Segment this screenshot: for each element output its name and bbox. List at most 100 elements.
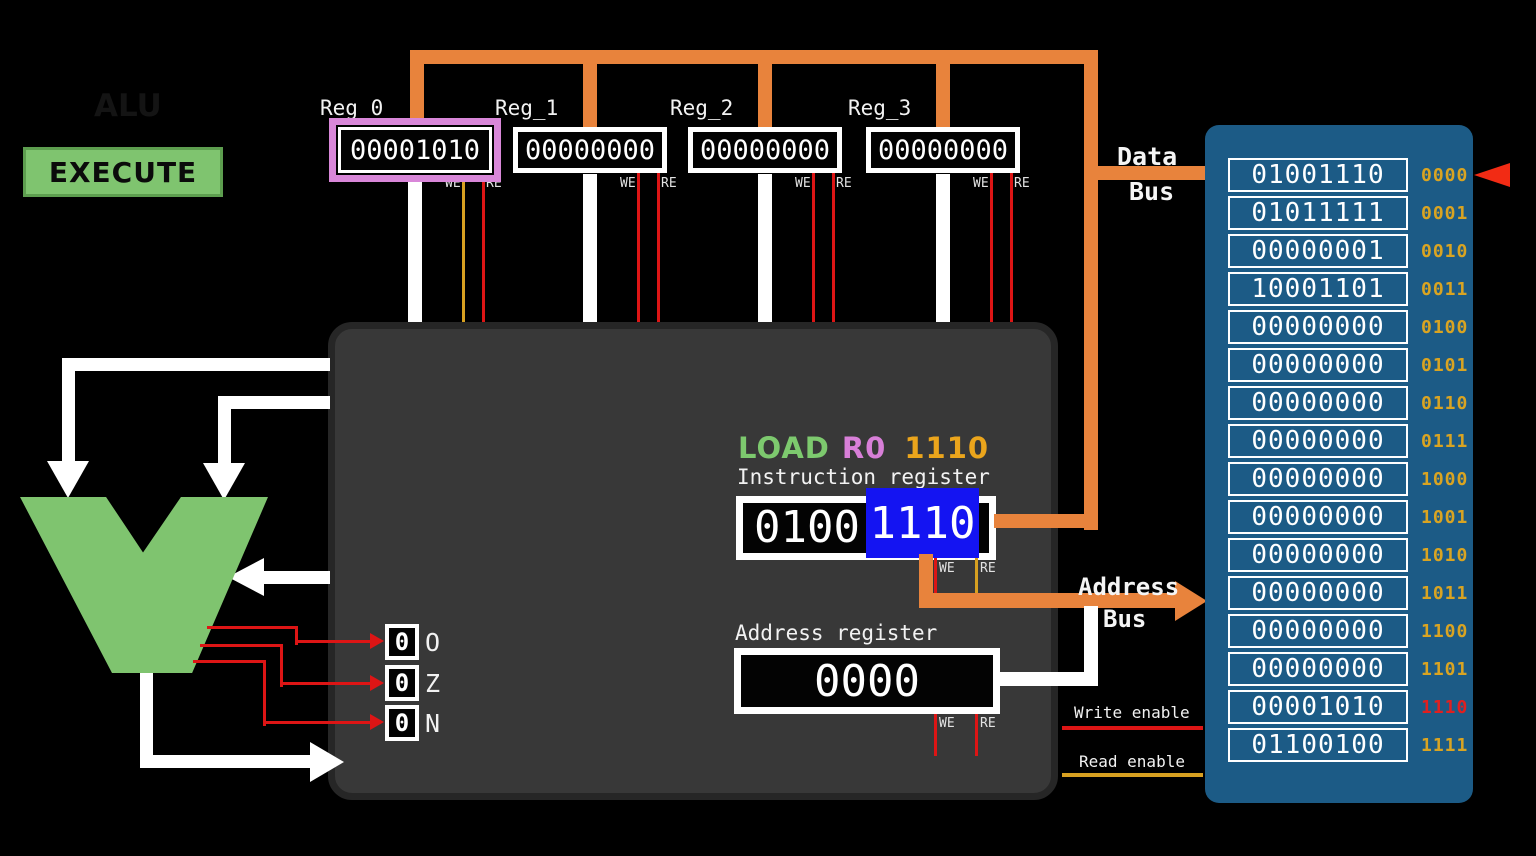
register-we-line (812, 172, 815, 326)
register-we-line (637, 172, 640, 326)
register-value: 00000000 (878, 135, 1008, 166)
address-register-value: 0000 (814, 656, 920, 707)
flag-o-wire (295, 640, 372, 643)
memory-row: 00000000 1100 (1228, 614, 1468, 648)
register-we-label: WE (620, 176, 636, 191)
data-bus-drop-reg3 (936, 50, 950, 130)
register-we-label: WE (973, 176, 989, 191)
current-instruction: LOADR01110 (738, 431, 989, 465)
memory-cell-value[interactable]: 01011111 (1228, 196, 1408, 230)
alu-input2-wire-h (218, 396, 330, 409)
read-enable-label: Read enable (1079, 752, 1185, 771)
instruction-opcode: LOAD (738, 431, 830, 465)
register-re-label: RE (1014, 176, 1030, 191)
alu-input1-arrow (47, 461, 89, 498)
memory-row: 00000000 0101 (1228, 348, 1468, 382)
ar-we-line (934, 714, 937, 756)
memory-cell-value[interactable]: 01100100 (1228, 728, 1408, 762)
alu-input2-arrow (203, 463, 245, 500)
memory-rows: 0100111000000101111100010000000100101000… (1228, 158, 1468, 766)
memory-cell-value[interactable]: 00000000 (1228, 462, 1408, 496)
register-name-1: Reg_1 (495, 96, 558, 120)
memory-cell-address: 1111 (1421, 735, 1468, 756)
alu-output-wire-v (140, 672, 153, 762)
register-we-label: WE (795, 176, 811, 191)
register-re-label: RE (661, 176, 677, 191)
write-enable-label: Write enable (1074, 703, 1190, 722)
register-data-wire (583, 174, 597, 326)
data-bus-label-line2: Bus (1129, 177, 1174, 206)
memory-row: 01100100 1111 (1228, 728, 1468, 762)
register-name-2: Reg_2 (670, 96, 733, 120)
data-bus-right-vertical (1084, 50, 1098, 530)
ar-we-label: WE (939, 716, 955, 731)
memory-cell-address: 0011 (1421, 279, 1468, 300)
memory-row: 00000000 0100 (1228, 310, 1468, 344)
memory-cell-address: 1000 (1421, 469, 1468, 490)
register-re-label: RE (486, 176, 502, 191)
data-bus-label-line1: Data (1117, 142, 1177, 171)
memory-cell-address: 1010 (1421, 545, 1468, 566)
register-we-line (462, 172, 465, 326)
flag-n-wire (263, 721, 372, 724)
memory-row: 000000001001 (1228, 500, 1468, 534)
memory-row: 01011111 0001 (1228, 196, 1468, 230)
memory-cell-address: 1011 (1421, 583, 1468, 604)
memory-cell-value[interactable]: 00000000 (1228, 500, 1408, 534)
flag-label-z: Z (425, 669, 440, 698)
memory-row: 000000000110 (1228, 386, 1468, 420)
address-register-box[interactable]: 0000 (734, 648, 1000, 714)
register-box-2[interactable]: 00000000 (688, 127, 842, 173)
address-bus-label-line2: Bus (1103, 605, 1146, 633)
memory-cell-value[interactable]: 00000001 (1228, 234, 1408, 268)
ar-re-label: RE (980, 716, 996, 731)
flag-o-wire (207, 626, 298, 629)
alu-output-wire-h (140, 755, 310, 768)
memory-cell-value[interactable]: 00000000 (1228, 652, 1408, 686)
flag-z-wire (200, 644, 283, 647)
register-name-3: Reg_3 (848, 96, 911, 120)
cpu-simulator-stage: ALU 0O0Z0N LOADR01110 Instruction regist… (0, 0, 1536, 856)
register-name-0: Reg_0 (320, 96, 383, 120)
register-box-3[interactable]: 00000000 (866, 127, 1020, 173)
register-box-0[interactable]: 00001010 (338, 127, 492, 173)
flag-box-o: 0 (385, 624, 419, 660)
memory-row: 00000000 1010 (1228, 538, 1468, 572)
memory-cell-address: 0101 (1421, 355, 1468, 376)
register-box-1[interactable]: 00000000 (513, 127, 667, 173)
execute-button[interactable]: EXECUTE (23, 147, 223, 197)
ir-we-line (934, 558, 937, 598)
ir-we-label: WE (939, 561, 955, 576)
write-enable-line (1062, 726, 1203, 730)
instruction-target-register: R0 (842, 431, 887, 465)
memory-row: 000000001101 (1228, 652, 1468, 686)
register-re-line (1010, 172, 1013, 326)
memory-cell-value[interactable]: 00000000 (1228, 576, 1408, 610)
memory-cell-value[interactable]: 10001101 (1228, 272, 1408, 306)
flag-n-wire (263, 660, 266, 726)
memory-cell-value[interactable]: 00000000 (1228, 424, 1408, 458)
memory-cell-address: 0100 (1421, 317, 1468, 338)
memory-row: 010011100000 (1228, 158, 1468, 192)
memory-cell-address: 1100 (1421, 621, 1468, 642)
flag-o-arrow (370, 633, 384, 649)
address-bus-label-line1: Address (1078, 573, 1179, 601)
memory-pointer-icon (1474, 163, 1510, 187)
alu-input1-wire-h (62, 358, 330, 371)
flag-n-wire (193, 660, 266, 663)
memory-cell-value[interactable]: 00000000 (1228, 386, 1408, 420)
register-value: 00001010 (350, 135, 480, 166)
memory-cell-value[interactable]: 00000000 (1228, 310, 1408, 344)
register-value: 00000000 (525, 135, 655, 166)
memory-cell-value[interactable]: 00001010 (1228, 690, 1408, 724)
alu-input1-wire-v (62, 358, 75, 462)
instruction-register-value-prefix: 0100 (754, 502, 860, 553)
instruction-register-operand-highlight: 1110 (866, 488, 979, 558)
memory-cell-value[interactable]: 00000000 (1228, 348, 1408, 382)
memory-cell-value[interactable]: 00000000 (1228, 614, 1408, 648)
memory-cell-value[interactable]: 00000000 (1228, 538, 1408, 572)
register-we-line (990, 172, 993, 326)
ar-to-address-bus-wire-v (1084, 606, 1098, 686)
memory-cell-value[interactable]: 01001110 (1228, 158, 1408, 192)
memory-cell-address: 0001 (1421, 203, 1468, 224)
